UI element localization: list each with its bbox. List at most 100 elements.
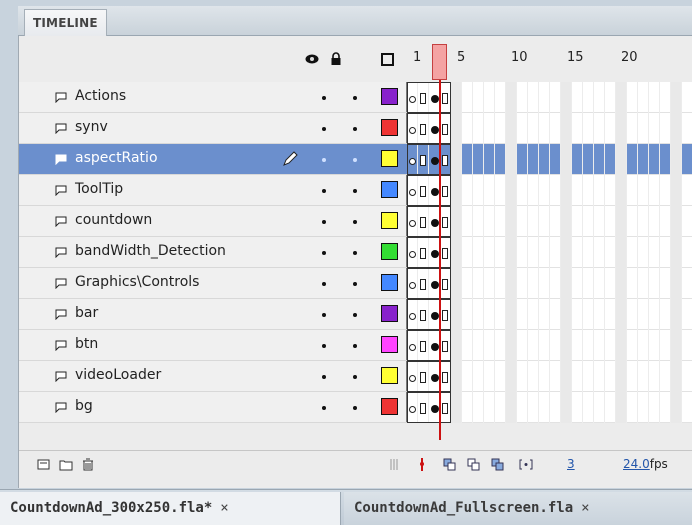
layer-color-swatch[interactable] [381, 305, 398, 322]
frame-cell[interactable] [550, 144, 561, 175]
frame-cell[interactable] [473, 113, 484, 144]
visibility-toggle[interactable] [322, 127, 326, 131]
frame-cell[interactable] [649, 361, 660, 392]
frame-cell[interactable] [451, 206, 462, 237]
frame-cell[interactable] [671, 82, 682, 113]
frame-cell[interactable] [517, 268, 528, 299]
frame-cell[interactable] [605, 175, 616, 206]
frame-cell[interactable] [572, 361, 583, 392]
frame-cell[interactable] [605, 206, 616, 237]
frame-cell[interactable] [638, 268, 649, 299]
frame-cell[interactable] [517, 237, 528, 268]
frame-row[interactable] [407, 361, 692, 392]
frame-cell[interactable] [660, 330, 671, 361]
frame-cell[interactable] [682, 268, 692, 299]
frame-cell[interactable] [671, 175, 682, 206]
lock-toggle[interactable] [353, 251, 357, 255]
frame-cell[interactable] [539, 299, 550, 330]
frame-cell[interactable] [561, 113, 572, 144]
frame-cell[interactable] [495, 206, 506, 237]
frame-cell[interactable] [473, 175, 484, 206]
layer-color-swatch[interactable] [381, 274, 398, 291]
frame-cell[interactable] [517, 144, 528, 175]
frame-cell[interactable] [682, 237, 692, 268]
frame-cell[interactable] [682, 113, 692, 144]
frame-cell[interactable] [583, 144, 594, 175]
frame-cell[interactable] [594, 299, 605, 330]
frame-cell[interactable] [506, 144, 517, 175]
frame-cell[interactable] [638, 330, 649, 361]
frame-cell[interactable] [682, 82, 692, 113]
trash-icon[interactable] [81, 458, 95, 471]
frame-cell[interactable] [506, 82, 517, 113]
frame-cell[interactable] [649, 237, 660, 268]
frame-cell[interactable] [627, 268, 638, 299]
frame-cell[interactable] [627, 237, 638, 268]
close-icon[interactable]: × [581, 500, 589, 516]
frame-cell[interactable] [572, 144, 583, 175]
frame-cell[interactable] [605, 113, 616, 144]
frame-cell[interactable] [649, 113, 660, 144]
frame-cell[interactable] [627, 82, 638, 113]
visibility-toggle[interactable] [322, 375, 326, 379]
frame-cell[interactable] [627, 206, 638, 237]
frame-cell[interactable] [451, 113, 462, 144]
frame-cell[interactable] [660, 361, 671, 392]
frame-cell[interactable] [451, 361, 462, 392]
frame-row[interactable] [407, 392, 692, 423]
lock-toggle[interactable] [353, 375, 357, 379]
frame-row[interactable] [407, 237, 692, 268]
frame-cell[interactable] [550, 206, 561, 237]
frame-cell[interactable] [462, 392, 473, 423]
frame-cell[interactable] [627, 361, 638, 392]
frame-cell[interactable] [572, 237, 583, 268]
frame-cell[interactable] [561, 206, 572, 237]
frame-cell[interactable] [638, 361, 649, 392]
frame-cell[interactable] [594, 330, 605, 361]
frame-cell[interactable] [671, 361, 682, 392]
frame-cell[interactable] [638, 144, 649, 175]
frame-cell[interactable] [561, 361, 572, 392]
lock-toggle[interactable] [353, 158, 357, 162]
layer-row[interactable]: ToolTip [19, 175, 407, 206]
frame-cell[interactable] [671, 113, 682, 144]
frame-cell[interactable] [528, 361, 539, 392]
frame-cell[interactable] [539, 206, 550, 237]
frame-cell[interactable] [462, 144, 473, 175]
visibility-toggle[interactable] [322, 96, 326, 100]
frame-cell[interactable] [594, 144, 605, 175]
frame-cell[interactable] [682, 330, 692, 361]
center-frame-icon[interactable] [415, 458, 429, 471]
playhead[interactable] [432, 44, 447, 80]
frame-cell[interactable] [572, 175, 583, 206]
frame-cell[interactable] [583, 175, 594, 206]
layer-row[interactable]: bar [19, 299, 407, 330]
frame-cell[interactable] [572, 330, 583, 361]
frame-cell[interactable] [473, 330, 484, 361]
frame-cell[interactable] [649, 144, 660, 175]
frame-cell[interactable] [627, 330, 638, 361]
frame-cell[interactable] [660, 392, 671, 423]
frame-row[interactable] [407, 82, 692, 113]
frame-cell[interactable] [660, 144, 671, 175]
frame-cell[interactable] [561, 392, 572, 423]
frame-cell[interactable] [660, 82, 671, 113]
frame-cell[interactable] [671, 144, 682, 175]
frame-cell[interactable] [616, 361, 627, 392]
lock-toggle[interactable] [353, 189, 357, 193]
layer-row[interactable]: bandWidth_Detection [19, 237, 407, 268]
frame-cell[interactable] [583, 330, 594, 361]
current-frame[interactable]: 3 [567, 457, 575, 471]
frame-cell[interactable] [550, 175, 561, 206]
layer-color-swatch[interactable] [381, 119, 398, 136]
frame-cell[interactable] [638, 175, 649, 206]
frame-cell[interactable] [451, 299, 462, 330]
layer-color-swatch[interactable] [381, 181, 398, 198]
frame-cell[interactable] [638, 299, 649, 330]
tab-timeline[interactable]: TIMELINE [24, 9, 107, 37]
frame-cell[interactable] [495, 82, 506, 113]
frame-cell[interactable] [583, 299, 594, 330]
frame-cell[interactable] [506, 392, 517, 423]
frame-cell[interactable] [561, 175, 572, 206]
frame-cell[interactable] [517, 299, 528, 330]
